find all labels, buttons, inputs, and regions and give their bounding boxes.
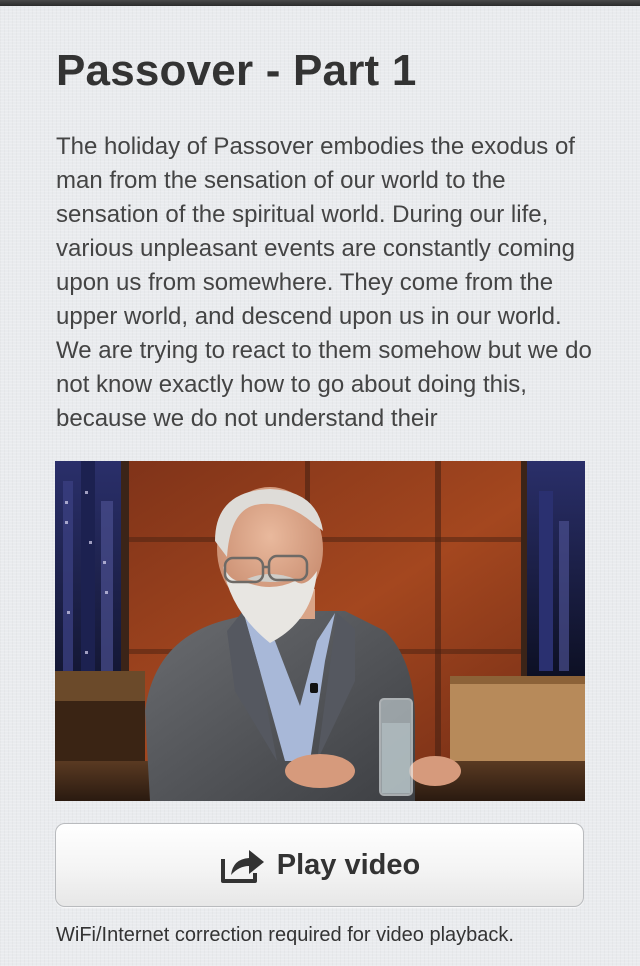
- page-title: Passover - Part 1: [56, 46, 417, 95]
- description-text: The holiday of Passover embodies the exo…: [56, 133, 592, 432]
- playback-note: WiFi/Internet correction required for vi…: [56, 924, 514, 946]
- video-thumbnail[interactable]: [55, 461, 585, 801]
- description-container[interactable]: The holiday of Passover embodies the exo…: [56, 130, 596, 438]
- status-bar-edge: [0, 0, 640, 6]
- play-video-button[interactable]: Play video: [55, 823, 584, 907]
- play-video-label: Play video: [276, 848, 421, 881]
- video-thumbnail-image: [55, 461, 585, 801]
- share-arrow-icon: [219, 845, 267, 885]
